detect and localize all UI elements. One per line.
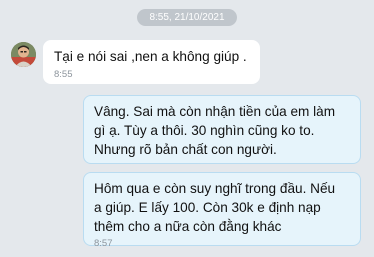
avatar[interactable] [11,42,36,67]
chat-conversation: 8:55, 21/10/2021 Tại e nói sai ,nen a kh… [0,0,374,257]
message-text: Tại e nói sai ,nen a không giúp . [54,49,247,64]
message-bubble-incoming[interactable]: Tại e nói sai ,nen a không giúp . 8:55 [43,40,260,84]
date-separator: 8:55, 21/10/2021 [137,9,237,26]
message-bubble-outgoing[interactable]: Vâng. Sai mà còn nhận tiền của em làm gì… [83,95,361,164]
message-time: 8:57 [94,238,113,249]
message-bubble-outgoing[interactable]: Hôm qua e còn suy nghĩ trong đầu. Nếu a … [83,172,361,249]
message-text: Hôm qua e còn suy nghĩ trong đầu. Nếu a … [94,181,336,234]
message-text: Vâng. Sai mà còn nhận tiền của em làm gì… [94,104,336,157]
user-avatar-icon [11,42,36,67]
message-time: 8:55 [54,69,73,80]
